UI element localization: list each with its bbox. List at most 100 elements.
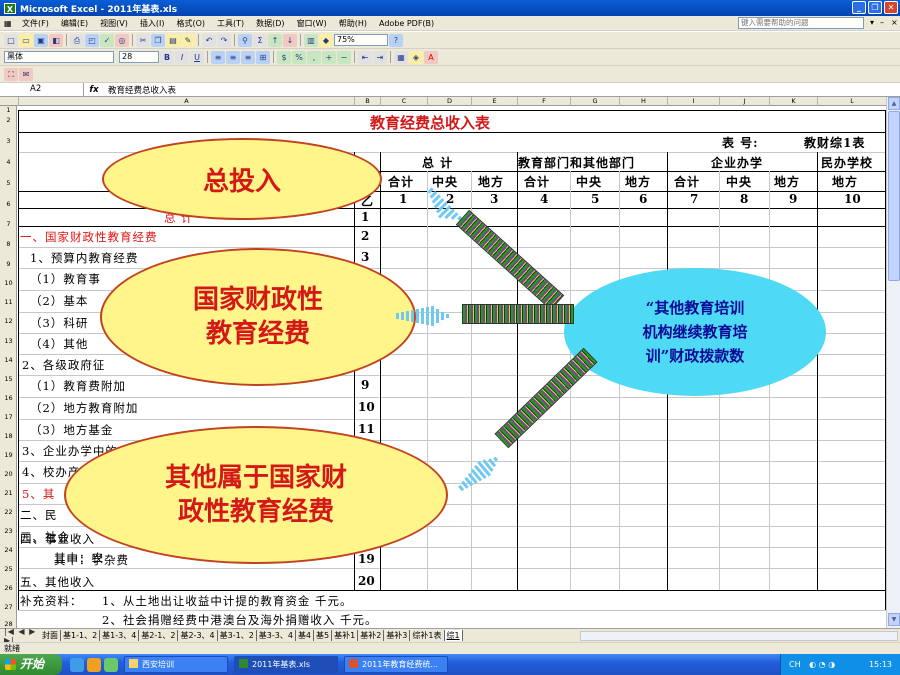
- column-l[interactable]: L: [817, 97, 886, 106]
- minimize-icon[interactable]: _: [852, 1, 866, 14]
- row-13[interactable]: 13: [0, 337, 17, 345]
- row-22[interactable]: 22: [0, 508, 17, 516]
- underline-icon[interactable]: U: [190, 50, 204, 64]
- tab-sheet[interactable]: 基2-3、4: [178, 630, 218, 641]
- permission-icon[interactable]: ◧: [49, 33, 63, 47]
- menu-file[interactable]: 文件(F): [16, 18, 55, 29]
- row-8[interactable]: 8: [0, 240, 17, 248]
- row-24[interactable]: 24: [0, 546, 17, 554]
- taskbar-button-excel[interactable]: 2011年基表.xls: [234, 656, 338, 673]
- borders-icon[interactable]: ▦: [394, 50, 408, 64]
- decrease-decimal-icon[interactable]: −: [337, 50, 351, 64]
- row-25[interactable]: 25: [0, 565, 17, 573]
- doc-icon[interactable]: ▦: [0, 19, 16, 28]
- column-f[interactable]: F: [517, 97, 570, 106]
- row-1[interactable]: 1: [0, 106, 17, 114]
- menu-view[interactable]: 视图(V): [94, 18, 134, 29]
- row-10[interactable]: 10: [0, 279, 17, 287]
- tab-sheet[interactable]: 基3-1、2: [218, 630, 257, 641]
- menu-adobe-pdf[interactable]: Adobe PDF(B): [373, 19, 440, 28]
- pdf-convert-icon[interactable]: ⛶: [4, 67, 18, 81]
- row-9[interactable]: 9: [0, 260, 17, 268]
- increase-indent-icon[interactable]: ⇥: [373, 50, 387, 64]
- zoom-select[interactable]: 75%: [334, 34, 388, 46]
- desktop-icon[interactable]: [104, 657, 118, 672]
- cut-icon[interactable]: ✂: [136, 33, 150, 47]
- fx-icon[interactable]: fx: [84, 85, 104, 95]
- fill-color-icon[interactable]: ◈: [409, 50, 423, 64]
- column-c[interactable]: C: [380, 97, 427, 106]
- browser-icon[interactable]: [70, 657, 84, 672]
- align-center-icon[interactable]: ≡: [226, 50, 240, 64]
- row-27[interactable]: 27: [0, 603, 17, 611]
- media-icon[interactable]: [87, 657, 101, 672]
- row-20[interactable]: 20: [0, 470, 17, 478]
- merge-center-icon[interactable]: ⊞: [256, 50, 270, 64]
- save-icon[interactable]: ▣: [34, 33, 48, 47]
- paste-icon[interactable]: ▤: [166, 33, 180, 47]
- font-size-select[interactable]: 28: [119, 51, 159, 63]
- research-icon[interactable]: ◎: [115, 33, 129, 47]
- row-7[interactable]: 7: [0, 220, 17, 228]
- font-color-icon[interactable]: A: [424, 50, 438, 64]
- chevron-down-icon[interactable]: ▾: [870, 18, 874, 27]
- increase-decimal-icon[interactable]: +: [322, 50, 336, 64]
- help-icon[interactable]: ?: [389, 33, 403, 47]
- row-26[interactable]: 26: [0, 584, 17, 592]
- percent-icon[interactable]: %: [292, 50, 306, 64]
- row-23[interactable]: 23: [0, 527, 17, 535]
- print-preview-icon[interactable]: ◰: [85, 33, 99, 47]
- taskbar-button-powerpoint[interactable]: 2011年教育经费统...: [344, 656, 448, 673]
- undo-icon[interactable]: ↶: [202, 33, 216, 47]
- row-11[interactable]: 11: [0, 298, 17, 306]
- chart-icon[interactable]: ▥: [304, 33, 318, 47]
- row-18[interactable]: 18: [0, 432, 17, 440]
- hyperlink-icon[interactable]: ⚲: [238, 33, 252, 47]
- menu-window[interactable]: 窗口(W): [291, 18, 333, 29]
- row-16[interactable]: 16: [0, 394, 17, 402]
- row-6[interactable]: 6: [0, 200, 17, 208]
- column-a[interactable]: A: [18, 97, 354, 106]
- open-icon[interactable]: ▭: [19, 33, 33, 47]
- print-icon[interactable]: ⎙: [70, 33, 84, 47]
- copy-icon[interactable]: ❐: [151, 33, 165, 47]
- drawing-icon[interactable]: ◆: [319, 33, 333, 47]
- menu-insert[interactable]: 插入(I): [134, 18, 171, 29]
- horizontal-scrollbar[interactable]: [580, 631, 898, 641]
- tab-sheet[interactable]: 基补2: [358, 630, 385, 641]
- scroll-down-icon[interactable]: ▼: [888, 613, 900, 626]
- pdf-email-icon[interactable]: ✉: [19, 67, 33, 81]
- row-15[interactable]: 15: [0, 375, 17, 383]
- tab-active[interactable]: 综1: [444, 630, 463, 641]
- help-search-input[interactable]: 键入需要帮助的问题: [738, 17, 864, 29]
- clock[interactable]: 15:13: [869, 654, 892, 675]
- scroll-up-icon[interactable]: ▲: [888, 97, 900, 110]
- row-3[interactable]: 3: [0, 137, 17, 145]
- minimize-icon[interactable]: –: [880, 18, 884, 27]
- row-2[interactable]: 2: [0, 116, 17, 124]
- tab-sheet[interactable]: 综补1表: [410, 630, 445, 641]
- tab-sheet[interactable]: 基3-3、4: [257, 630, 296, 641]
- decrease-indent-icon[interactable]: ⇤: [358, 50, 372, 64]
- tab-cover[interactable]: 封面: [40, 630, 61, 641]
- row-12[interactable]: 12: [0, 317, 17, 325]
- row-21[interactable]: 21: [0, 489, 17, 497]
- column-j[interactable]: J: [719, 97, 769, 106]
- spelling-icon[interactable]: ✓: [100, 33, 114, 47]
- close-icon[interactable]: ✕: [884, 1, 898, 14]
- start-button[interactable]: 开始: [0, 654, 62, 675]
- row-5[interactable]: 5: [0, 179, 17, 187]
- column-g[interactable]: G: [570, 97, 619, 106]
- menu-data[interactable]: 数据(D): [250, 18, 290, 29]
- column-k[interactable]: K: [769, 97, 817, 106]
- row-4[interactable]: 4: [0, 158, 17, 166]
- taskbar-button-folder[interactable]: 西安培训: [124, 656, 228, 673]
- italic-icon[interactable]: I: [175, 50, 189, 64]
- row-17[interactable]: 17: [0, 413, 17, 421]
- column-e[interactable]: E: [471, 97, 517, 106]
- sum-icon[interactable]: Σ: [253, 33, 267, 47]
- currency-icon[interactable]: $: [277, 50, 291, 64]
- new-icon[interactable]: □: [4, 33, 18, 47]
- tab-sheet[interactable]: 基5: [314, 630, 333, 641]
- formula-input[interactable]: 教育经费总收入表: [104, 84, 176, 96]
